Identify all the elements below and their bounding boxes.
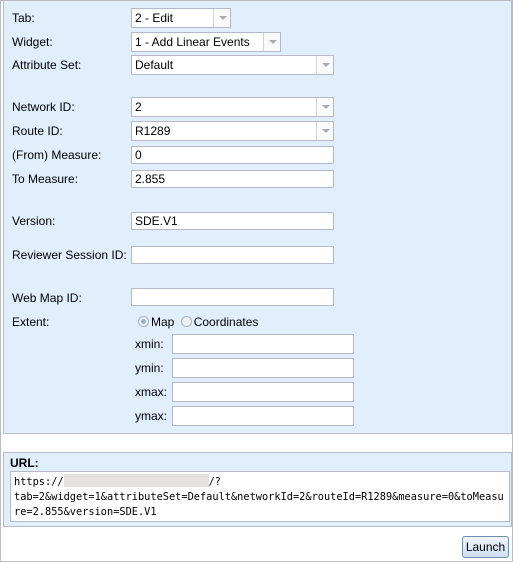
extent-label: Extent:	[12, 315, 50, 329]
extent-option-map[interactable]: Map	[138, 315, 178, 329]
route-id-row: Route ID: R1289	[4, 120, 511, 142]
ymin-label: ymin:	[135, 361, 164, 375]
tab-select[interactable]: 2 - Edit	[131, 8, 231, 28]
attribute-set-select[interactable]: Default	[131, 55, 334, 75]
attribute-set-label: Attribute Set:	[12, 58, 82, 72]
from-measure-row: (From) Measure: 0	[4, 144, 511, 166]
xmin-input[interactable]	[172, 334, 354, 354]
redacted-host	[63, 474, 209, 487]
launch-button[interactable]: Launch	[462, 536, 509, 558]
to-measure-input[interactable]: 2.855	[131, 170, 334, 188]
url-path: /?	[208, 476, 222, 488]
widget-row: Widget: 1 - Add Linear Events	[4, 31, 511, 53]
widget-value: 1 - Add Linear Events	[135, 35, 250, 49]
web-map-id-row: Web Map ID:	[4, 287, 511, 309]
chevron-down-icon[interactable]	[316, 98, 333, 116]
url-label: URL:	[10, 456, 39, 470]
xmin-row: xmin:	[4, 333, 511, 355]
extent-option-coordinates-label: Coordinates	[193, 315, 259, 329]
network-id-row: Network ID: 2	[4, 96, 511, 118]
tab-label: Tab:	[12, 11, 35, 25]
ymin-input[interactable]	[172, 358, 354, 378]
network-id-select[interactable]: 2	[131, 97, 334, 117]
xmax-label: xmax:	[135, 385, 168, 399]
tab-row: Tab: 2 - Edit	[4, 7, 511, 29]
extent-row: Extent: Map Coordinates	[4, 311, 511, 333]
version-row: Version: SDE.V1	[4, 210, 511, 232]
url-textarea[interactable]: https:// /? tab=2&widget=1&attributeSet=De…	[10, 471, 510, 522]
xmax-row: xmax:	[4, 381, 511, 403]
version-label: Version:	[12, 214, 56, 228]
url-prefix: https://	[14, 476, 64, 488]
radio-unselected-icon[interactable]	[180, 316, 192, 327]
to-measure-row: To Measure: 2.855	[4, 168, 511, 190]
widget-select[interactable]: 1 - Add Linear Events	[131, 32, 281, 52]
tab-value: 2 - Edit	[135, 11, 174, 25]
to-measure-label: To Measure:	[12, 172, 79, 186]
extent-option-map-label: Map	[151, 315, 175, 329]
chevron-down-icon[interactable]	[316, 122, 333, 140]
ymax-label: ymax:	[135, 409, 168, 423]
xmin-label: xmin:	[135, 337, 164, 351]
chevron-down-icon[interactable]	[213, 9, 230, 27]
route-id-select[interactable]: R1289	[131, 121, 334, 141]
widget-label: Widget:	[12, 35, 53, 49]
extent-option-coordinates[interactable]: Coordinates	[180, 315, 259, 329]
route-id-value: R1289	[135, 124, 171, 138]
url-builder-window: Tab: 2 - Edit Widget: 1 - Add Linear Eve…	[0, 0, 513, 562]
url-query: tab=2&widget=1&attributeSet=Default&netw…	[14, 491, 504, 518]
attribute-set-row: Attribute Set: Default	[4, 54, 511, 76]
version-input[interactable]: SDE.V1	[131, 212, 334, 230]
chevron-down-icon[interactable]	[316, 56, 333, 74]
network-id-value: 2	[135, 100, 142, 114]
web-map-id-label: Web Map ID:	[12, 291, 82, 305]
reviewer-session-id-row: Reviewer Session ID:	[4, 244, 511, 266]
xmax-input[interactable]	[172, 382, 354, 402]
radio-selected-icon[interactable]	[138, 316, 149, 327]
reviewer-session-id-input[interactable]	[131, 246, 334, 264]
extent-radio-group: Map Coordinates	[138, 311, 258, 333]
from-measure-input[interactable]: 0	[131, 146, 334, 164]
chevron-down-icon[interactable]	[263, 33, 280, 51]
route-id-label: Route ID:	[12, 124, 63, 138]
url-panel: URL: https:// /? tab=2&widget=1&attributeS…	[3, 452, 512, 527]
from-measure-label: (From) Measure:	[12, 148, 102, 162]
network-id-label: Network ID:	[12, 100, 75, 114]
ymax-row: ymax:	[4, 405, 511, 427]
web-map-id-input[interactable]	[131, 288, 334, 306]
ymin-row: ymin:	[4, 357, 511, 379]
attribute-set-value: Default	[135, 58, 174, 72]
parameters-panel: Tab: 2 - Edit Widget: 1 - Add Linear Eve…	[3, 1, 512, 434]
ymax-input[interactable]	[172, 406, 354, 426]
reviewer-session-id-label: Reviewer Session ID:	[12, 248, 127, 262]
